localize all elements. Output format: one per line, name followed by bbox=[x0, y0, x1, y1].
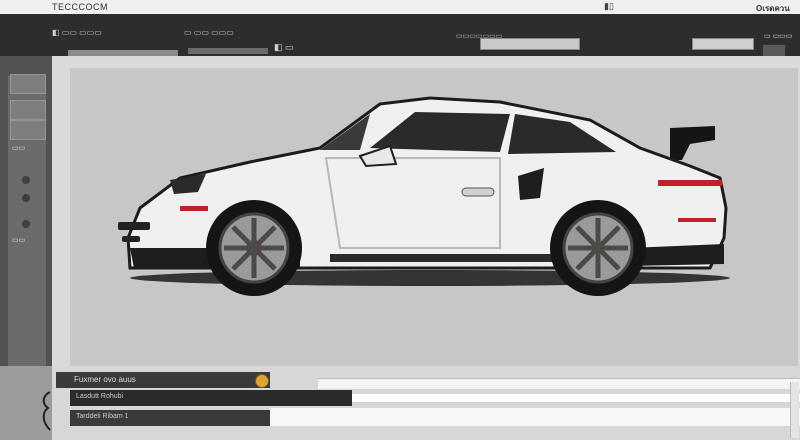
car-illustration bbox=[118, 96, 730, 296]
toolbar-item-3[interactable]: ◧ ▭ bbox=[274, 42, 294, 53]
color-swatch[interactable] bbox=[255, 374, 269, 388]
sidebar-label-1: ▭▭ bbox=[12, 145, 26, 152]
sidebar-dot-2[interactable] bbox=[22, 194, 30, 202]
properties-panel: Fuxmer ovo auus Lasdutt Rohubi Tarddeli … bbox=[0, 366, 800, 440]
app-title: TECCCOCM bbox=[52, 2, 108, 12]
rear-wheel bbox=[550, 200, 646, 296]
property-label-1: Fuxmer ovo auus bbox=[74, 375, 136, 384]
value-input[interactable] bbox=[692, 38, 754, 50]
sidebar-dot-3[interactable] bbox=[22, 220, 30, 228]
sidebar-label-2: ▭▭ bbox=[12, 237, 26, 244]
sidebar-button-3[interactable] bbox=[10, 120, 46, 140]
timeline-strip-2[interactable] bbox=[352, 394, 800, 402]
property-label-3: Tarddeli Ribam 1 bbox=[76, 413, 129, 420]
timeline-strip-3[interactable] bbox=[270, 408, 800, 426]
sidebar-button-1[interactable] bbox=[10, 74, 46, 94]
canvas-area bbox=[52, 56, 800, 366]
property-row-2[interactable]: Lasdutt Rohubi bbox=[70, 390, 352, 406]
scrollbar[interactable] bbox=[790, 382, 799, 438]
timeline-strip[interactable] bbox=[318, 378, 800, 389]
sidebar-button-2[interactable] bbox=[10, 100, 46, 120]
search-input[interactable] bbox=[480, 38, 580, 50]
window-indicator[interactable]: ▮▯ bbox=[604, 1, 614, 12]
property-label-2: Lasdutt Rohubi bbox=[76, 393, 124, 400]
sidebar-dot-1[interactable] bbox=[22, 176, 30, 184]
bracket-icon bbox=[42, 391, 51, 431]
toolbar-right-label: ▭ ▭▭▭ bbox=[764, 33, 793, 40]
canvas[interactable] bbox=[70, 68, 798, 366]
toolbar-item-2[interactable]: ▭ ▭▭ ▭▭▭ bbox=[184, 28, 234, 37]
toolbar-item-1[interactable]: ◧ ▭▭ ▭▭▭ bbox=[52, 28, 102, 37]
toolbar-slider-2[interactable] bbox=[188, 48, 268, 54]
property-row-3[interactable]: Tarddeli Ribam 1 bbox=[70, 410, 270, 426]
front-wheel bbox=[206, 200, 302, 296]
property-row-1[interactable]: Fuxmer ovo auus bbox=[56, 372, 270, 388]
toolbar: ◧ ▭▭ ▭▭▭ ▭ ▭▭ ▭▭▭ ◧ ▭ ▭▭▭▭▭▭▭ ▭ ▭▭▭ bbox=[0, 14, 800, 58]
title-bar: TECCCOCM ▮▯ Oเรดควน bbox=[0, 0, 800, 15]
